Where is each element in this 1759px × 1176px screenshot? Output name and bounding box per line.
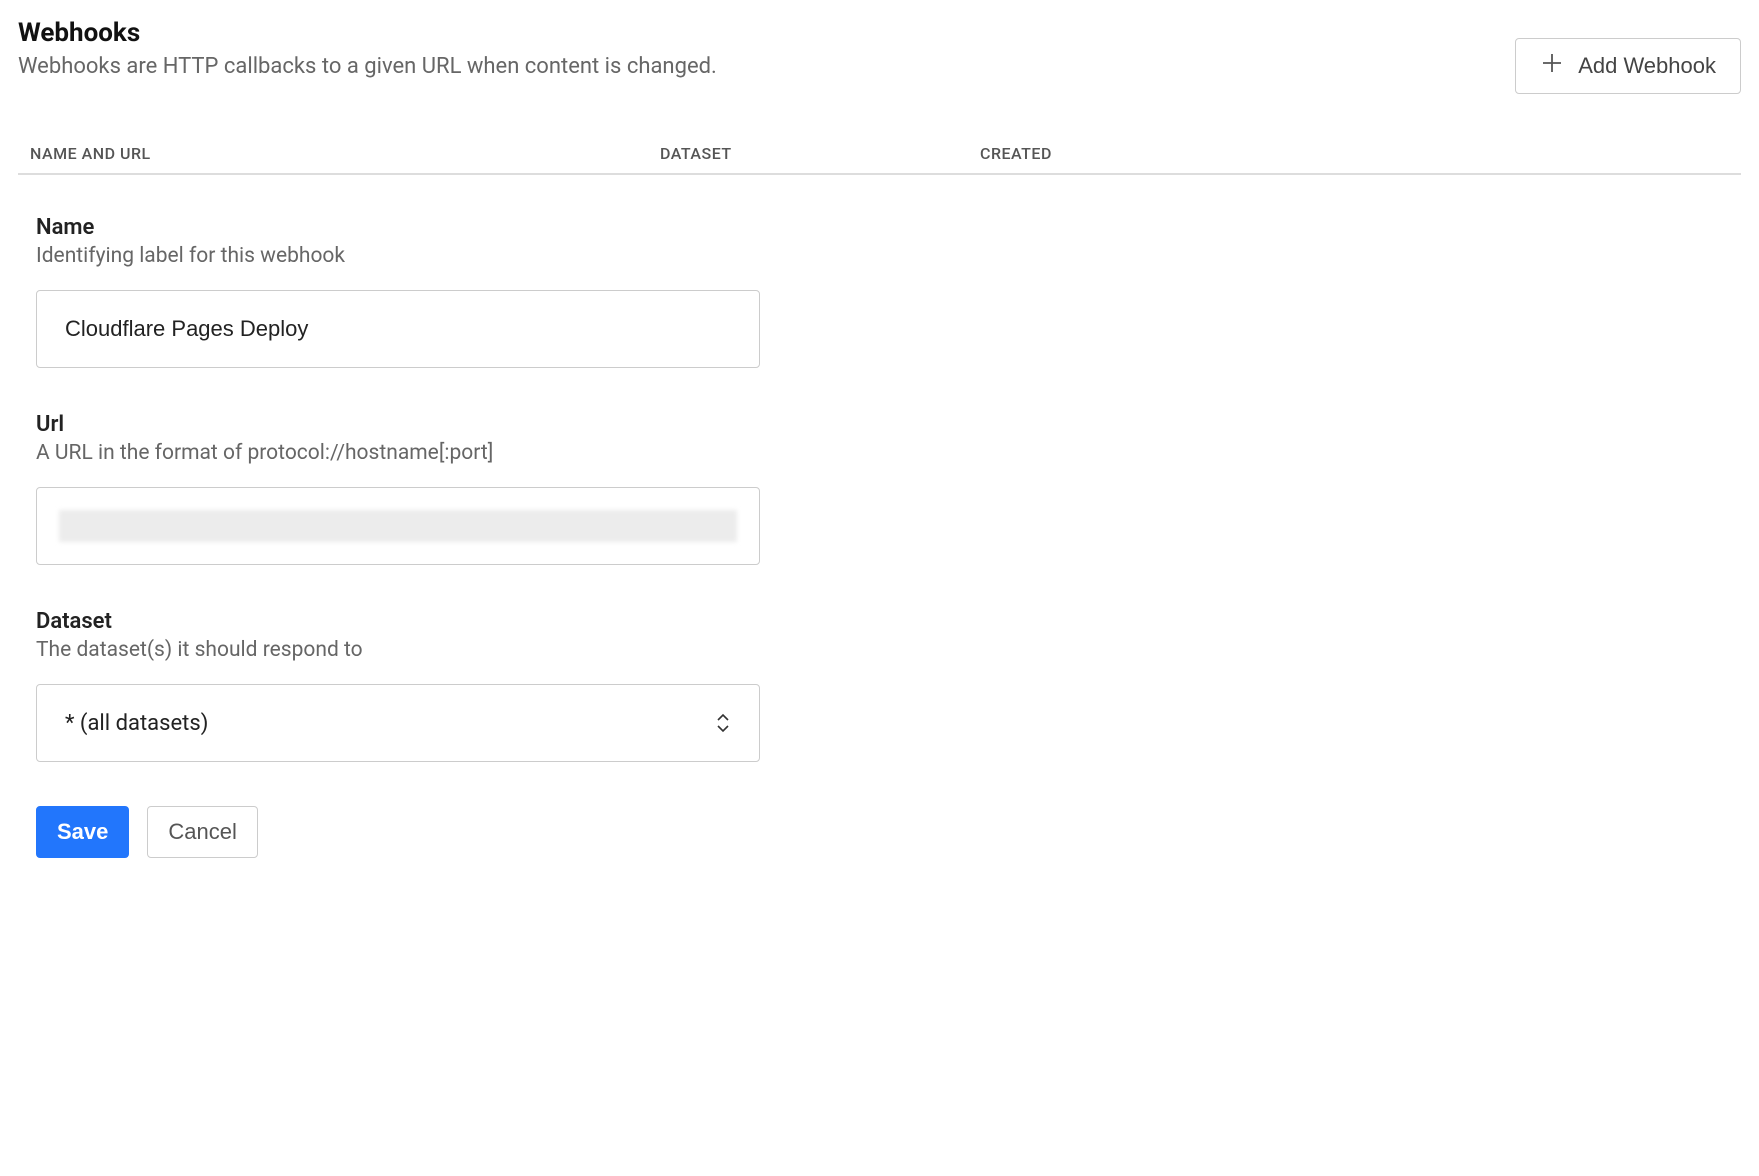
dataset-selected-value: * (all datasets)	[65, 711, 208, 736]
url-redacted-content	[59, 510, 737, 542]
page-subtitle: Webhooks are HTTP callbacks to a given U…	[18, 54, 717, 79]
column-header-created: CREATED	[980, 144, 1729, 163]
cancel-button[interactable]: Cancel	[147, 806, 257, 858]
dataset-label: Dataset	[36, 609, 778, 634]
url-label: Url	[36, 412, 778, 437]
dataset-select[interactable]: * (all datasets)	[36, 684, 760, 762]
save-button[interactable]: Save	[36, 806, 129, 858]
plus-icon	[1540, 51, 1564, 81]
webhook-form: Name Identifying label for this webhook …	[18, 215, 778, 858]
add-webhook-button[interactable]: Add Webhook	[1515, 38, 1741, 94]
select-chevrons-icon	[715, 713, 731, 733]
url-field-group: Url A URL in the format of protocol://ho…	[36, 412, 778, 565]
name-hint: Identifying label for this webhook	[36, 244, 778, 268]
column-header-name-url: NAME AND URL	[30, 144, 660, 163]
header-text-block: Webhooks Webhooks are HTTP callbacks to …	[18, 18, 717, 79]
name-input[interactable]	[36, 290, 760, 368]
column-header-dataset: DATASET	[660, 144, 980, 163]
form-actions: Save Cancel	[36, 806, 778, 858]
url-input[interactable]	[36, 487, 760, 565]
page-title: Webhooks	[18, 18, 717, 48]
add-webhook-label: Add Webhook	[1578, 53, 1716, 79]
page-header: Webhooks Webhooks are HTTP callbacks to …	[18, 18, 1741, 94]
url-hint: A URL in the format of protocol://hostna…	[36, 441, 778, 465]
name-field-group: Name Identifying label for this webhook	[36, 215, 778, 368]
name-label: Name	[36, 215, 778, 240]
dataset-field-group: Dataset The dataset(s) it should respond…	[36, 609, 778, 762]
table-header-row: NAME AND URL DATASET CREATED	[18, 134, 1741, 175]
dataset-hint: The dataset(s) it should respond to	[36, 638, 778, 662]
